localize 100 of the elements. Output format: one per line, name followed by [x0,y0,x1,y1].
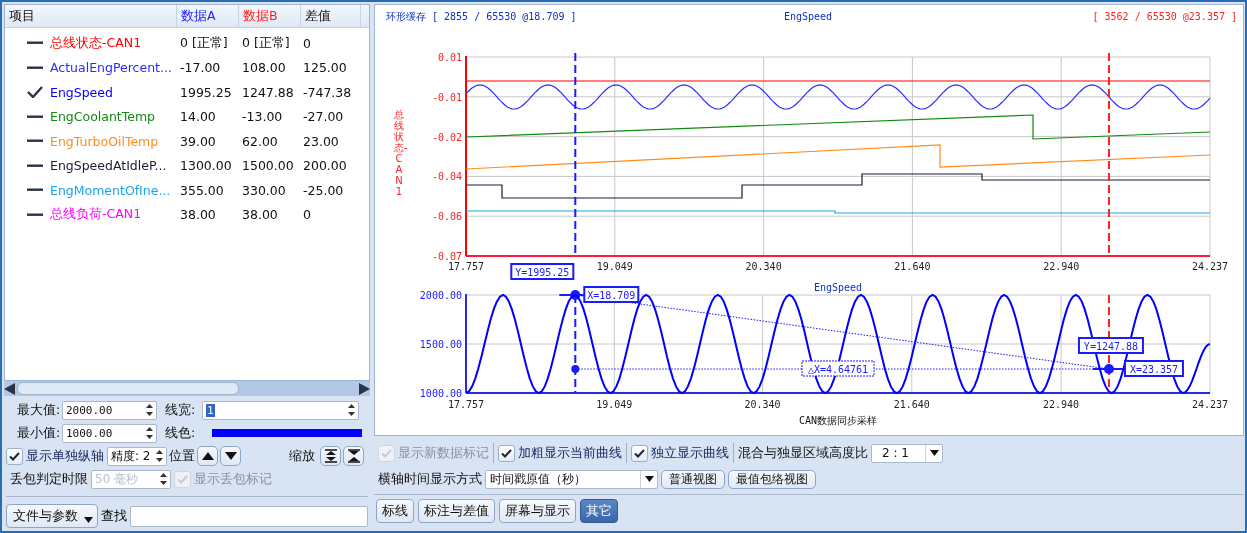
table-cell-text: 0 [302,207,312,223]
cursor-value-label: Y=1995.25 [510,263,575,280]
caret-icon [929,450,939,456]
cursor-line[interactable] [574,52,577,394]
dash-icon[interactable] [27,212,43,217]
field-label: 线宽: [164,401,197,419]
y-tick-label: -0.02 [431,131,462,143]
dash-icon[interactable] [27,41,43,46]
dash-icon[interactable] [27,65,43,70]
tab[interactable]: 标注与差值 [418,499,495,523]
check-icon[interactable] [27,86,43,99]
table-cell-text: 38.00 [179,207,217,223]
expand-button[interactable] [320,446,341,467]
search-field[interactable] [130,505,368,527]
caret-icon [644,476,654,482]
caret-icon [84,517,93,524]
field-label: 线色: [164,424,197,442]
table-cell-text: 1300.00 [179,158,233,174]
cursor-value-label: △X=4.64761 [801,360,875,377]
chart-title: EngSpeed [783,11,833,22]
series-name: EngSpeed [813,282,863,293]
series-name[interactable]: 总线状态-CAN1 [50,34,177,52]
table-cell-text: 1247.88 [241,84,295,100]
view-button[interactable]: 普通视图 [661,469,725,489]
data-point-marker [571,365,580,373]
checkbox[interactable] [498,444,515,462]
tab[interactable]: 其它 [580,499,618,523]
checkbox-label: 显示新数据标记 [398,444,489,462]
x-tick-label: 24.237 [1191,261,1229,272]
series-name[interactable]: EngSpeedAtIdleP... [50,158,177,174]
x-tick-label: 21.640 [894,261,931,272]
dash-icon[interactable] [27,163,43,168]
compress-button[interactable] [343,446,364,467]
field-label: 最小值: [16,424,62,442]
buffer-position-text: 环形缓存 [ 2855 / 65530 @18.709 ] [386,11,577,22]
cursor-value-label: X=23.357 [1123,360,1184,377]
x-tick-label: 22.940 [1043,261,1080,272]
spin-arrows-icon[interactable] [146,403,153,418]
buffer-position-text: [ 3562 / 65530 @23.357 ] [1092,11,1237,22]
data-point-marker[interactable] [1091,364,1124,374]
table-cell-text: 125.00 [302,60,348,76]
down-triangle-icon [224,452,237,461]
dash-icon[interactable] [27,139,43,144]
x-tick-label: 19.049 [596,399,633,410]
move-up-button[interactable] [197,446,218,467]
x-tick-label: 21.640 [893,399,930,410]
checkbox[interactable] [631,444,648,462]
x-tick-label: 20.340 [745,261,782,272]
table-cell-text: 62.00 [241,133,279,149]
table-cell-text: 108.00 [241,60,287,76]
ratio-dropdown[interactable]: 2 : 1 [871,443,943,463]
table-cell-text: 23.00 [302,133,340,149]
table-cell-text: 0 [正常] [179,34,229,52]
table-cell-text: -27.00 [302,109,345,125]
spin-arrows-icon[interactable] [156,449,163,464]
checkbox-label: 独立显示曲线 [651,444,729,462]
check-icon [9,451,20,461]
table-cell-text: -17.00 [179,60,222,76]
table-cell-text: -747.38 [302,84,353,100]
table-cell-text: -25.00 [302,182,345,198]
table-cell-text: 14.00 [179,109,217,125]
number-field[interactable]: 2000.00 [62,400,157,420]
check-icon [501,448,512,458]
compress-icon [346,449,361,464]
field-label: 位置 [169,447,195,465]
x-tick-label: 24.237 [1191,399,1229,410]
x-axis-title: CAN数据同步采样 [798,415,878,426]
table-cell-text: 355.00 [179,182,225,198]
table-cell-text: 1500.00 [241,158,295,174]
dash-icon[interactable] [27,188,43,193]
scroll-right-icon[interactable] [358,382,370,395]
y-tick-label: -0.06 [431,211,462,223]
view-button[interactable]: 最值包络视图 [728,469,816,489]
series-name[interactable]: EngCoolantTemp [50,109,177,125]
y-tick-label: 1000.00 [419,388,462,399]
line-color-swatch[interactable] [212,429,362,438]
column-header[interactable]: 数据A [177,5,239,27]
time-format-dropdown[interactable]: 时间戳原值（秒） [485,469,658,489]
precision-field[interactable]: 精度: 2 [107,446,167,466]
spin-arrows-icon[interactable] [146,426,153,441]
tab[interactable]: 屏幕与显示 [499,499,576,523]
series-name[interactable]: ActualEngPercent... [50,60,177,76]
spin-arrows-icon[interactable] [348,403,355,418]
checkbox[interactable] [6,447,23,465]
number-field[interactable]: 1000.00 [62,423,157,443]
series-name[interactable]: EngSpeed [50,84,177,100]
field-label: 查找 [101,507,127,525]
scrollbar-thumb[interactable] [17,382,239,396]
menu-button[interactable]: 文件与参数 [6,504,98,529]
dash-icon[interactable] [27,114,43,119]
expand-icon [323,449,338,464]
number-field[interactable]: 1 [202,400,359,420]
tab[interactable]: 标线 [376,499,414,523]
y-tick-label: -0.04 [431,171,462,183]
column-header[interactable]: 项目 [5,5,177,27]
table-cell-text: 39.00 [179,133,217,149]
table-cell-text: 200.00 [302,158,348,174]
column-header[interactable]: 差值 [301,5,361,27]
x-tick-label: 17.757 [447,399,485,410]
move-down-button[interactable] [220,446,241,467]
